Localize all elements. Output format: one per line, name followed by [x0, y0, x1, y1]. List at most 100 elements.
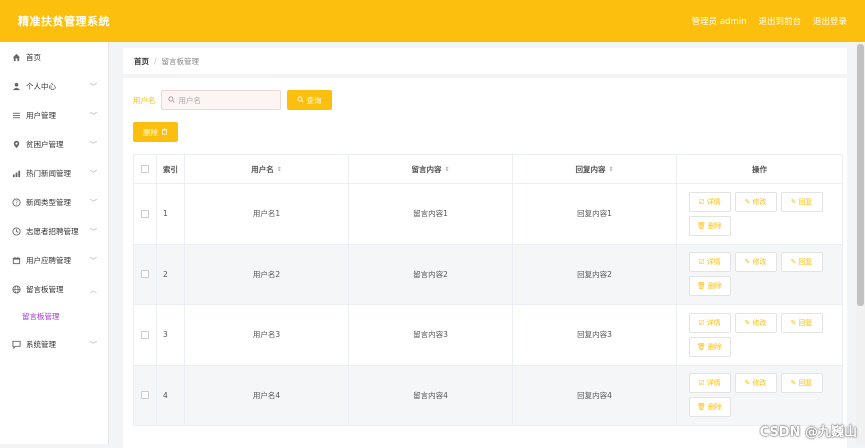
- row-checkbox[interactable]: [141, 270, 149, 278]
- delete-label: 删除: [708, 281, 722, 291]
- chevron-down-icon: ﹀: [90, 169, 97, 179]
- chevron-down-icon: ﹀: [90, 198, 97, 208]
- row-checkbox[interactable]: [141, 210, 149, 218]
- delete-button[interactable]: 🗑删除: [689, 216, 731, 236]
- search-input[interactable]: 用户名: [161, 90, 281, 110]
- sidebar-item-label: 热门新闻管理: [26, 168, 71, 179]
- scrollbar-thumb[interactable]: [857, 44, 864, 306]
- trash-icon: 🗑: [697, 222, 706, 230]
- app-title: 精准扶贫管理系统: [18, 13, 110, 29]
- breadcrumb-home[interactable]: 首页: [134, 56, 149, 67]
- row-index: 4: [157, 366, 185, 426]
- batch-delete-button[interactable]: 删除: [133, 122, 178, 142]
- sidebar-item-label: 用户应聘管理: [26, 255, 71, 266]
- row-username: 用户名2: [185, 245, 349, 305]
- sidebar-item-volunteer-recruit-management[interactable]: 志愿者招聘管理 ﹀: [0, 217, 108, 246]
- row-reply: 回复内容3: [513, 305, 677, 365]
- reply-button[interactable]: ✎回复: [781, 373, 823, 393]
- row-message: 留言内容1: [349, 184, 513, 244]
- sidebar-item-user-application-management[interactable]: 用户应聘管理 ﹀: [0, 246, 108, 275]
- reply-button[interactable]: ✎回复: [781, 192, 823, 212]
- header-checkbox-cell: [133, 155, 157, 183]
- sidebar-item-home[interactable]: 首页: [0, 43, 108, 72]
- chevron-down-icon: ﹀: [90, 256, 97, 266]
- row-checkbox[interactable]: [141, 391, 149, 399]
- sidebar-item-user-management[interactable]: 用户管理 ﹀: [0, 101, 108, 130]
- header-message[interactable]: 留言内容⇕: [349, 155, 513, 183]
- detail-icon: ☑: [698, 379, 704, 387]
- table-row: 2 用户名2 留言内容2 回复内容2 ☑详情 ✎修改 ✎回复 🗑删除: [133, 245, 843, 306]
- select-all-checkbox[interactable]: [141, 165, 149, 173]
- breadcrumb: 首页 / 留言板管理: [123, 48, 847, 74]
- sort-icon: ⇕: [444, 166, 449, 173]
- submenu-item-message-board[interactable]: 留言板管理: [0, 304, 108, 328]
- search-placeholder: 用户名: [179, 95, 202, 106]
- breadcrumb-current: 留言板管理: [162, 56, 200, 67]
- row-ops: ☑详情 ✎修改 ✎回复 🗑删除: [677, 184, 843, 244]
- sidebar-item-personal-center[interactable]: 个人中心 ﹀: [0, 72, 108, 101]
- header-reply[interactable]: 回复内容⇕: [513, 155, 677, 183]
- globe-icon: [12, 285, 21, 294]
- sidebar-item-message-board-management[interactable]: 留言板管理 ︿: [0, 275, 108, 304]
- trash-icon: [161, 128, 168, 137]
- top-links: 管理员 admin 退出到前台 退出登录: [692, 15, 847, 27]
- edit-button[interactable]: ✎修改: [735, 192, 777, 212]
- detail-label: 详情: [707, 257, 721, 267]
- message-table: 索引 用户名⇕ 留言内容⇕ 回复内容⇕ 操作 1 用户名1 留言内容1 回复内容…: [133, 154, 843, 426]
- table-header-row: 索引 用户名⇕ 留言内容⇕ 回复内容⇕ 操作: [133, 155, 843, 184]
- sidebar-item-hot-news-management[interactable]: 热门新闻管理 ﹀: [0, 159, 108, 188]
- reply-icon: ✎: [791, 258, 797, 266]
- edit-icon: ✎: [745, 258, 751, 266]
- logout-link[interactable]: 退出登录: [813, 15, 847, 27]
- detail-label: 详情: [707, 197, 721, 207]
- detail-label: 详情: [707, 378, 721, 388]
- sidebar-item-system-management[interactable]: 系统管理 ﹀: [0, 330, 108, 359]
- edit-button[interactable]: ✎修改: [735, 252, 777, 272]
- sidebar-item-poor-household-management[interactable]: 贫困户管理 ﹀: [0, 130, 108, 159]
- row-index: 2: [157, 245, 185, 305]
- delete-button[interactable]: 🗑删除: [689, 397, 731, 417]
- detail-icon: ☑: [698, 198, 704, 206]
- detail-label: 详情: [707, 318, 721, 328]
- edit-icon: ✎: [745, 379, 751, 387]
- delete-button[interactable]: 🗑删除: [689, 276, 731, 296]
- trash-icon: 🗑: [697, 282, 706, 290]
- sidebar-item-label: 系统管理: [26, 339, 56, 350]
- row-username: 用户名1: [185, 184, 349, 244]
- detail-icon: ☑: [698, 258, 704, 266]
- page-scrollbar[interactable]: [856, 42, 865, 444]
- sidebar-item-news-type-management[interactable]: ? 新闻类型管理 ﹀: [0, 188, 108, 217]
- search-row: 用户名 用户名 查询: [133, 90, 332, 110]
- reply-icon: ✎: [791, 379, 797, 387]
- edit-button[interactable]: ✎修改: [735, 373, 777, 393]
- reply-button[interactable]: ✎回复: [781, 252, 823, 272]
- detail-button[interactable]: ☑详情: [689, 192, 731, 212]
- row-index: 3: [157, 305, 185, 365]
- reply-button[interactable]: ✎回复: [781, 313, 823, 333]
- batch-delete-label: 删除: [143, 127, 158, 138]
- content-card: 用户名 用户名 查询 删除 索引: [123, 78, 847, 448]
- header-message-label: 留言内容: [411, 164, 441, 175]
- back-to-front-link[interactable]: 退出到前台: [758, 15, 801, 27]
- row-message: 留言内容4: [349, 366, 513, 426]
- help-icon: ?: [12, 198, 21, 207]
- reply-label: 回复: [798, 257, 812, 267]
- reply-label: 回复: [798, 378, 812, 388]
- header-reply-label: 回复内容: [575, 164, 605, 175]
- detail-button[interactable]: ☑详情: [689, 252, 731, 272]
- delete-label: 删除: [708, 402, 722, 412]
- delete-button[interactable]: 🗑删除: [689, 337, 731, 357]
- home-icon: [12, 53, 21, 62]
- edit-label: 修改: [752, 378, 766, 388]
- detail-icon: ☑: [698, 319, 704, 327]
- admin-label[interactable]: 管理员 admin: [692, 15, 747, 27]
- chat-icon: [12, 340, 21, 349]
- search-icon: [297, 96, 304, 105]
- row-checkbox[interactable]: [141, 331, 149, 339]
- query-button[interactable]: 查询: [287, 90, 332, 110]
- edit-icon: ✎: [745, 198, 751, 206]
- edit-button[interactable]: ✎修改: [735, 313, 777, 333]
- header-username[interactable]: 用户名⇕: [185, 155, 349, 183]
- detail-button[interactable]: ☑详情: [689, 373, 731, 393]
- detail-button[interactable]: ☑详情: [689, 313, 731, 333]
